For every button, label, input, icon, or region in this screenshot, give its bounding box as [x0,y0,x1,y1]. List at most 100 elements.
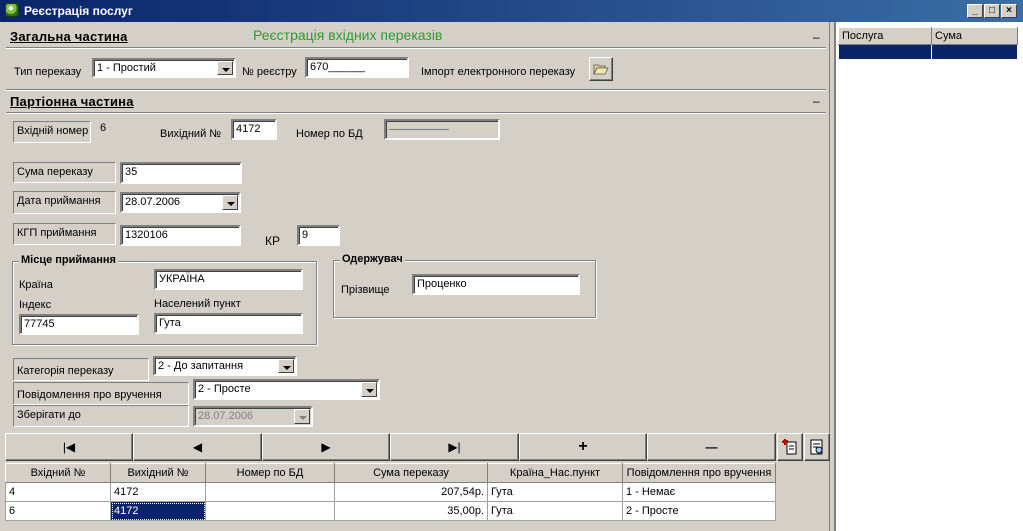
minimize-button[interactable]: _ [967,4,983,18]
column-header[interactable]: Номер по БД [205,463,335,483]
kp-label: КР [265,234,280,248]
amount-label: Сума переказу [13,162,116,183]
table-cell[interactable]: 4172 [110,482,206,502]
table-cell[interactable]: 35,00р. [334,501,488,521]
maximize-button[interactable]: □ [984,4,1000,18]
transfer-type-label: Тип переказу [14,66,82,78]
column-header[interactable]: Повідомлення про вручення [622,463,776,483]
transfer-type-select[interactable]: 1 - Простий [92,58,236,78]
prev-record-button[interactable]: ◀ [133,433,262,461]
date-value: 28.07.2006 [125,196,181,208]
incoming-number-label: Вхідній номер [13,121,91,143]
records-table: Вхідний № Вихідний № Номер по БД Сума пе… [5,463,776,521]
transfer-type-value: 1 - Простий [97,62,156,74]
chevron-down-icon[interactable] [361,382,377,397]
chevron-down-icon [294,409,310,424]
keep-until-value: 28.07.2006 [198,410,254,422]
import-label: Імпорт електронного переказу [421,66,576,78]
keep-until-label: Зберігати до [13,405,189,427]
db-number-label: Номер по БД [296,128,363,140]
notice-label: Повідомлення про вручення [13,382,189,405]
registry-label: № реєстру [242,66,297,78]
title-bar: Реєстрація послуг _ □ × [0,0,1023,22]
amount-input[interactable]: 35 [120,162,242,184]
print-preview-icon [810,439,823,455]
kp-input[interactable]: 9 [297,225,340,246]
index-label: Індекс [19,299,52,311]
placeholder-line [389,129,449,130]
add-record-button[interactable]: + [519,433,647,461]
table-cell[interactable]: Гута [487,482,623,502]
insert-record-button[interactable] [777,433,803,461]
place-group-title: Місце приймання [19,254,118,266]
next-record-button[interactable]: ▶ [262,433,390,461]
app-icon [5,3,19,17]
chevron-down-icon[interactable] [278,359,294,373]
batch-section-title: Партіонна частина [10,94,134,109]
folder-open-icon [593,64,609,75]
record-navigator: |◀ ◀ ▶ ▶| + — [5,433,830,461]
column-header[interactable]: Сума переказу [334,463,488,483]
page-heading: Реєстрація вхідних переказів [253,27,443,43]
general-collapse-button[interactable]: – [813,30,820,44]
incoming-number-value: 6 [100,122,107,134]
category-label: Категорія переказу [13,358,149,381]
category-select[interactable]: 2 - До запитання [153,356,297,376]
surname-label: Прізвище [341,284,390,296]
divider [6,112,826,114]
last-record-button[interactable]: ▶| [390,433,519,461]
column-header[interactable]: Вихідний № [110,463,206,483]
registry-input[interactable]: 670______ [305,57,409,78]
general-section-title: Загальна частина [10,29,128,44]
table-cell[interactable]: 1 - Немає [622,482,776,502]
table-row[interactable] [838,44,1018,60]
import-button[interactable] [589,57,613,81]
keep-until-select: 28.07.2006 [193,406,313,427]
table-row[interactable]: 4 4172 207,54р. Гута 1 - Немає [5,482,776,502]
chevron-down-icon[interactable] [217,61,233,75]
country-label: Країна [19,279,53,291]
surname-input[interactable]: Проценко [412,274,580,295]
table-cell-selected[interactable]: 4172 [110,501,206,521]
preview-button[interactable] [804,433,830,461]
table-cell[interactable]: 4 [5,482,111,502]
notice-select[interactable]: 2 - Просте [193,379,380,400]
db-number-input [384,119,500,140]
column-header[interactable]: Країна_Нас.пункт [487,463,623,483]
table-cell[interactable] [205,482,335,502]
table-cell[interactable]: 6 [5,501,111,521]
batch-collapse-button[interactable]: – [813,94,820,108]
outgoing-number-label: Вихідний № [160,128,222,140]
services-panel [834,22,1023,531]
table-row[interactable]: 6 4172 35,00р. Гута 2 - Просте [5,501,776,521]
divider [6,47,826,49]
settlement-label: Населений пункт [154,298,241,310]
table-cell[interactable]: Гута [487,501,623,521]
table-cell[interactable]: 207,54р. [334,482,488,502]
column-header[interactable]: Послуга [838,27,932,45]
first-record-button[interactable]: |◀ [5,433,133,461]
notice-value: 2 - Просте [198,383,251,395]
kgp-input[interactable]: 1320106 [120,225,241,246]
country-input[interactable]: УКРАЇНА [154,269,303,290]
date-label: Дата приймання [13,191,116,214]
column-header[interactable]: Вхідний № [5,463,111,483]
column-header[interactable]: Сума [931,27,1018,45]
kgp-label: КГП приймання [13,223,116,245]
category-value: 2 - До запитання [158,360,244,372]
table-cell-selected[interactable] [931,44,1018,60]
date-select[interactable]: 28.07.2006 [120,192,241,213]
divider [6,89,826,91]
table-cell[interactable]: 2 - Просте [622,501,776,521]
close-button[interactable]: × [1001,4,1017,18]
delete-record-button[interactable]: — [647,433,776,461]
add-record-icon [782,439,797,455]
outgoing-number-input[interactable]: 4172 [231,119,277,140]
chevron-down-icon[interactable] [222,195,238,210]
table-cell[interactable] [205,501,335,521]
recipient-group-title: Одержувач [340,253,405,265]
services-header-row: Послуга Сума [838,27,1018,45]
settlement-input[interactable]: Гута [154,313,303,334]
table-cell-selected[interactable] [838,44,932,60]
index-input[interactable]: 77745 [19,314,139,335]
